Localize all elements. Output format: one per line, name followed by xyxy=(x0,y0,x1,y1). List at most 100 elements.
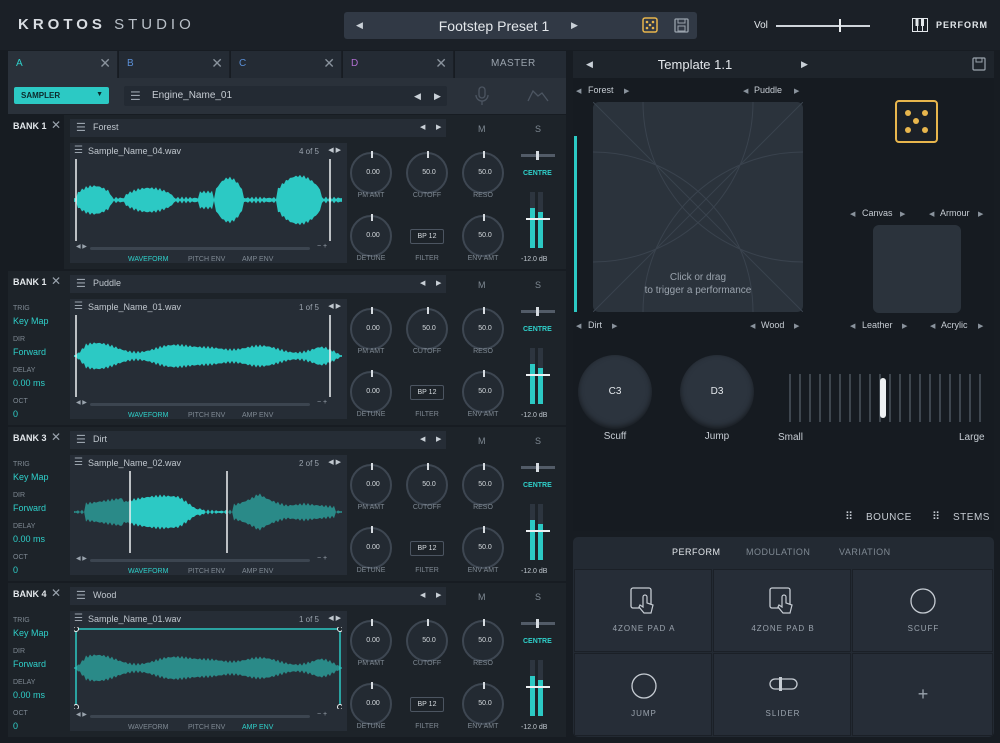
tab-master[interactable]: MASTER xyxy=(455,51,566,78)
close-icon[interactable]: ✕ xyxy=(435,55,447,72)
mini-label-bottom-left[interactable]: Leather xyxy=(862,320,893,330)
cell-scuff[interactable]: SCUFF xyxy=(852,569,993,652)
scroll-arrows-icon[interactable]: ◀ ▶ xyxy=(76,555,87,562)
pan-slider[interactable] xyxy=(521,307,555,316)
waveform-scrollbar[interactable] xyxy=(90,559,310,562)
waveform-display[interactable] xyxy=(74,471,342,553)
menu-icon[interactable]: ☰ xyxy=(76,121,86,134)
menu-icon[interactable]: ☰ xyxy=(74,613,83,624)
menu-icon[interactable]: ☰ xyxy=(74,301,83,312)
piano-icon[interactable] xyxy=(912,18,928,32)
next-icon[interactable]: ▶ xyxy=(436,279,441,287)
wave-tab[interactable]: PITCH ENV xyxy=(188,568,225,575)
tab-variation[interactable]: VARIATION xyxy=(839,547,891,557)
filter-type-select[interactable]: BP 12 xyxy=(410,385,444,400)
mini-bl-next-icon[interactable]: ▶ xyxy=(902,322,907,330)
br-prev-icon[interactable]: ◀ xyxy=(750,322,755,330)
tr-prev-icon[interactable]: ◀ xyxy=(743,87,748,95)
cell-slider[interactable]: SLIDER xyxy=(713,653,851,736)
sample-nav-icon[interactable]: ◀ ▶ xyxy=(328,614,341,622)
engine-name-field[interactable]: ☰ Engine_Name_01 ◀ ▶ xyxy=(124,86,447,106)
preset-next-icon[interactable]: ▶ xyxy=(571,20,578,31)
tab-c[interactable]: C ✕ xyxy=(231,51,342,78)
trig-value[interactable]: Key Map xyxy=(13,472,49,482)
envelope-point[interactable] xyxy=(337,627,343,632)
prev-icon[interactable]: ◀ xyxy=(420,123,425,131)
zoom-icon[interactable]: − + xyxy=(317,711,327,718)
xy-performance-pad[interactable]: Click or drag to trigger a performance xyxy=(593,102,803,312)
close-icon[interactable]: ✕ xyxy=(51,586,61,600)
mini-bl-prev-icon[interactable]: ◀ xyxy=(850,322,855,330)
sample-nav-icon[interactable]: ◀ ▶ xyxy=(328,146,341,154)
engine-next-icon[interactable]: ▶ xyxy=(434,91,441,102)
cell-4zone-pad-b[interactable]: 4ZONE PAD B xyxy=(713,569,851,652)
level-meter[interactable] xyxy=(526,348,550,404)
mute-button[interactable]: M xyxy=(478,592,486,602)
mini-label-top-right[interactable]: Armour xyxy=(940,208,970,218)
scroll-arrows-icon[interactable]: ◀ ▶ xyxy=(76,243,87,250)
grip-icon[interactable]: ⠿ xyxy=(932,510,940,523)
sample-nav-icon[interactable]: ◀ ▶ xyxy=(328,458,341,466)
solo-button[interactable]: S xyxy=(535,592,541,602)
waveform-display[interactable] xyxy=(74,627,342,709)
zoom-icon[interactable]: − + xyxy=(317,399,327,406)
tab-a[interactable]: A ✕ xyxy=(8,51,118,78)
dir-value[interactable]: Forward xyxy=(13,347,46,357)
prev-icon[interactable]: ◀ xyxy=(420,591,425,599)
preset-selector[interactable]: ◀ Footstep Preset 1 ▶ xyxy=(344,12,697,39)
mini-label-bottom-right[interactable]: Acrylic xyxy=(941,320,968,330)
bank-name-field[interactable]: ☰ Forest ◀ ▶ xyxy=(70,119,446,137)
bl-prev-icon[interactable]: ◀ xyxy=(576,322,581,330)
mini-tl-prev-icon[interactable]: ◀ xyxy=(850,210,855,218)
pad-jump[interactable]: D3 xyxy=(680,355,754,429)
next-icon[interactable]: ▶ xyxy=(436,591,441,599)
pan-slider[interactable] xyxy=(521,463,555,472)
template-next-icon[interactable]: ▶ xyxy=(801,59,808,70)
bank-name-field[interactable]: ☰ Wood ◀ ▶ xyxy=(70,587,446,605)
wave-tab[interactable]: PITCH ENV xyxy=(188,256,225,263)
scroll-arrows-icon[interactable]: ◀ ▶ xyxy=(76,711,87,718)
dir-value[interactable]: Forward xyxy=(13,659,46,669)
xy-label-bottom-left[interactable]: Dirt xyxy=(588,320,602,330)
tl-next-icon[interactable]: ▶ xyxy=(624,87,629,95)
sample-nav-icon[interactable]: ◀ ▶ xyxy=(328,302,341,310)
solo-button[interactable]: S xyxy=(535,280,541,290)
close-icon[interactable]: ✕ xyxy=(323,55,335,72)
bounce-button[interactable]: BOUNCE xyxy=(866,512,912,523)
close-icon[interactable]: ✕ xyxy=(99,55,111,72)
zoom-icon[interactable]: − + xyxy=(317,555,327,562)
bank-name-field[interactable]: ☰ Dirt ◀ ▶ xyxy=(70,431,446,449)
template-prev-icon[interactable]: ◀ xyxy=(586,59,593,70)
filter-type-select[interactable]: BP 12 xyxy=(410,697,444,712)
menu-icon[interactable]: ☰ xyxy=(74,145,83,156)
oct-value[interactable]: 0 xyxy=(13,565,18,575)
bank-name-field[interactable]: ☰ Puddle ◀ ▶ xyxy=(70,275,446,293)
delay-value[interactable]: 0.00 ms xyxy=(13,378,45,388)
mini-br-next-icon[interactable]: ▶ xyxy=(978,322,983,330)
cell-4zone-pad-a[interactable]: 4ZONE PAD A xyxy=(574,569,712,652)
envelope-point[interactable] xyxy=(74,704,79,710)
tab-perform[interactable]: PERFORM xyxy=(672,547,721,557)
oct-value[interactable]: 0 xyxy=(13,721,18,731)
filter-type-select[interactable]: BP 12 xyxy=(410,541,444,556)
cell-add[interactable]: + xyxy=(852,653,993,736)
dice-small-icon[interactable] xyxy=(642,17,658,33)
prev-icon[interactable]: ◀ xyxy=(420,279,425,287)
mute-button[interactable]: M xyxy=(478,124,486,134)
mini-label-top-left[interactable]: Canvas xyxy=(862,208,893,218)
mini-br-prev-icon[interactable]: ◀ xyxy=(930,322,935,330)
add-icon[interactable]: + xyxy=(853,684,994,705)
solo-button[interactable]: S xyxy=(535,436,541,446)
wave-tab[interactable]: AMP ENV xyxy=(242,568,273,575)
mini-tr-prev-icon[interactable]: ◀ xyxy=(929,210,934,218)
mute-button[interactable]: M xyxy=(478,280,486,290)
tab-d[interactable]: D ✕ xyxy=(343,51,454,78)
wave-tab[interactable]: WAVEFORM xyxy=(128,412,168,419)
close-icon[interactable]: ✕ xyxy=(51,430,61,444)
wave-tab[interactable]: PITCH ENV xyxy=(188,724,225,731)
perform-button[interactable]: PERFORM xyxy=(936,20,988,30)
level-meter[interactable] xyxy=(526,504,550,560)
pan-slider[interactable] xyxy=(521,151,555,160)
close-icon[interactable]: ✕ xyxy=(51,118,61,132)
trig-value[interactable]: Key Map xyxy=(13,316,49,326)
